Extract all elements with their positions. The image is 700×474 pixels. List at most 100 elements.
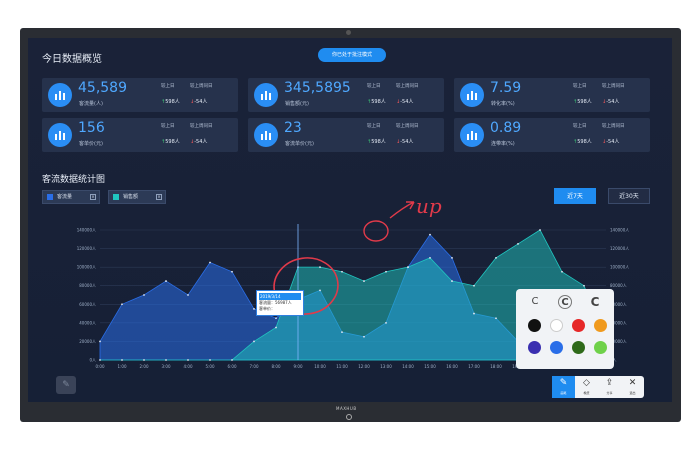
pen-medium-option[interactable]: C bbox=[558, 295, 572, 309]
data-point bbox=[319, 289, 321, 292]
pen-shortcut-button[interactable]: ✎ bbox=[56, 376, 76, 394]
eraser-tool-button[interactable]: ◇ 橡皮 bbox=[575, 376, 598, 398]
data-point bbox=[165, 280, 167, 282]
screen: 今日数据概览 你已处于批注模式 45,589 客流量(人) 较上日 较上周同日 ↑598… bbox=[28, 38, 672, 402]
data-point bbox=[121, 359, 123, 361]
x-tick-label: 13:00 bbox=[380, 364, 392, 369]
data-point bbox=[319, 266, 321, 269]
x-tick-label: 3:00 bbox=[162, 364, 171, 369]
annotation-circle-small bbox=[363, 220, 389, 242]
annotation-arrow bbox=[389, 201, 415, 219]
data-point bbox=[495, 317, 497, 320]
y-tick-label-right: 140000人 bbox=[610, 228, 629, 233]
data-point bbox=[473, 284, 475, 287]
data-point bbox=[143, 359, 145, 361]
color-swatch[interactable] bbox=[572, 319, 585, 332]
pen-thin-option[interactable]: C bbox=[528, 295, 542, 309]
x-tick-label: 11:00 bbox=[336, 364, 348, 369]
annotation-up-text: up bbox=[416, 194, 442, 218]
x-tick-label: 6:00 bbox=[228, 364, 237, 369]
color-swatch[interactable] bbox=[594, 341, 607, 354]
data-point bbox=[121, 303, 123, 306]
data-point bbox=[99, 359, 101, 361]
data-point bbox=[539, 229, 541, 231]
data-point bbox=[275, 317, 277, 320]
color-swatch[interactable] bbox=[550, 341, 563, 354]
data-point bbox=[583, 284, 585, 287]
y-tick-label-right: 120000人 bbox=[610, 246, 629, 251]
y-tick-label: 60000人 bbox=[79, 302, 96, 307]
y-tick-label: 140000人 bbox=[77, 228, 96, 233]
data-point bbox=[473, 312, 475, 315]
data-point bbox=[165, 359, 167, 361]
pen-tool-button[interactable]: ✎ 画笔 bbox=[552, 376, 575, 398]
data-point bbox=[561, 270, 563, 273]
x-tick-label: 7:00 bbox=[250, 364, 259, 369]
color-swatch[interactable] bbox=[528, 341, 541, 354]
data-point bbox=[99, 340, 101, 343]
x-tick-label: 16:00 bbox=[446, 364, 458, 369]
eraser-icon: ◇ bbox=[583, 378, 590, 388]
color-swatch[interactable] bbox=[528, 319, 541, 332]
color-swatch[interactable] bbox=[594, 319, 607, 332]
data-point bbox=[209, 261, 211, 264]
data-point bbox=[187, 359, 189, 361]
data-point bbox=[385, 270, 387, 273]
data-point bbox=[407, 266, 409, 269]
data-point bbox=[143, 294, 145, 296]
data-point bbox=[341, 270, 343, 273]
y-tick-label: 40000人 bbox=[79, 320, 96, 325]
data-point bbox=[363, 335, 365, 338]
data-point bbox=[451, 256, 453, 259]
x-tick-label: 5:00 bbox=[206, 364, 215, 369]
data-point bbox=[187, 294, 189, 296]
x-tick-label: 8:00 bbox=[272, 364, 281, 369]
pen-thick-option[interactable]: C bbox=[588, 295, 602, 309]
x-tick-label: 4:00 bbox=[184, 364, 193, 369]
data-point bbox=[253, 340, 255, 343]
data-point bbox=[209, 359, 211, 361]
data-point bbox=[451, 280, 453, 282]
pen-icon: ✎ bbox=[559, 378, 568, 388]
close-icon: ✕ bbox=[628, 378, 637, 388]
x-tick-label: 18:00 bbox=[490, 364, 502, 369]
data-point bbox=[429, 233, 431, 236]
data-point bbox=[363, 280, 365, 282]
tooltip-row: 客单价： bbox=[259, 306, 275, 311]
color-swatch[interactable] bbox=[572, 341, 585, 354]
color-swatch[interactable] bbox=[550, 319, 563, 332]
x-tick-label: 17:00 bbox=[468, 364, 480, 369]
data-point bbox=[275, 326, 277, 329]
chart-tooltip: 2019/3/14 客流量：56987人 客单价： bbox=[256, 290, 304, 316]
data-point bbox=[253, 308, 255, 310]
x-tick-label: 0:00 bbox=[96, 364, 105, 369]
pen-palette: C C C bbox=[516, 289, 614, 369]
x-tick-label: 12:00 bbox=[358, 364, 370, 369]
y-tick-label: 100000人 bbox=[77, 265, 96, 270]
exit-button[interactable]: ✕ 退出 bbox=[621, 376, 644, 398]
y-tick-label: 20000人 bbox=[79, 339, 96, 344]
data-point bbox=[385, 321, 387, 324]
y-tick-label: 0人 bbox=[89, 358, 96, 363]
data-point bbox=[495, 256, 497, 259]
x-tick-label: 10:00 bbox=[314, 364, 326, 369]
brand-label: MAXHUB bbox=[336, 406, 357, 411]
y-tick-label-right: 80000人 bbox=[610, 283, 627, 288]
pen-icon: ✎ bbox=[62, 380, 70, 390]
share-icon: ⇪ bbox=[605, 378, 614, 388]
data-point bbox=[231, 359, 233, 361]
x-tick-label: 2:00 bbox=[140, 364, 149, 369]
y-tick-label-right: 100000人 bbox=[610, 265, 629, 270]
y-tick-label: 120000人 bbox=[77, 246, 96, 251]
annotation-toolbar: ✎ 画笔 ◇ 橡皮 ⇪ 分享 ✕ 退出 bbox=[552, 376, 644, 398]
data-point bbox=[341, 331, 343, 334]
data-point bbox=[429, 256, 431, 259]
x-tick-label: 9:00 bbox=[294, 364, 303, 369]
share-button[interactable]: ⇪ 分享 bbox=[598, 376, 621, 398]
power-logo-icon bbox=[346, 414, 352, 420]
data-point bbox=[231, 270, 233, 273]
y-tick-label: 80000人 bbox=[79, 283, 96, 288]
x-tick-label: 1:00 bbox=[118, 364, 127, 369]
tooltip-date: 2019/3/14 bbox=[259, 293, 301, 300]
x-tick-label: 14:00 bbox=[402, 364, 414, 369]
